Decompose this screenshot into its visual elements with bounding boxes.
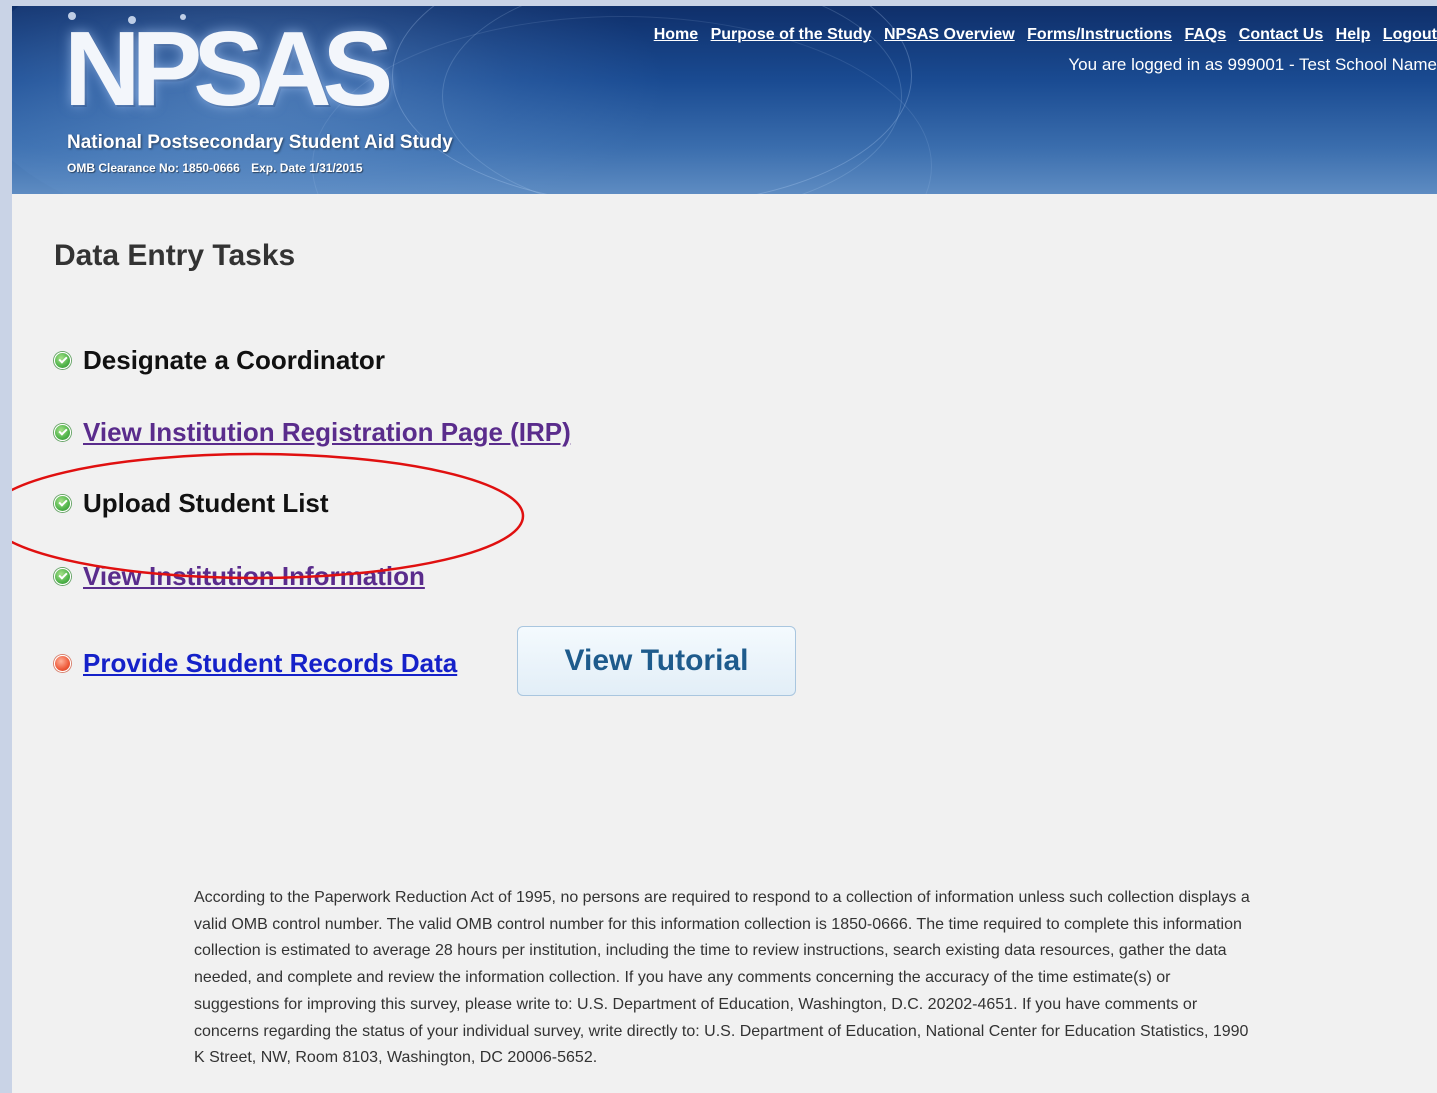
login-status: You are logged in as 999001 - Test Schoo… <box>1068 55 1437 74</box>
task-label: Designate a Coordinator <box>83 345 385 375</box>
nav-home[interactable]: Home <box>654 26 698 43</box>
view-institution-info-link[interactable]: View Institution Information <box>83 561 425 592</box>
npsas-logo: NPSAS <box>64 10 393 128</box>
provide-records-link[interactable]: Provide Student Records Data <box>83 648 457 679</box>
complete-check-icon <box>54 424 71 441</box>
paperwork-reduction-notice: According to the Paperwork Reduction Act… <box>194 889 1250 1067</box>
complete-check-icon <box>54 568 71 585</box>
pending-status-icon <box>54 655 71 672</box>
page: NPSAS National Postsecondary Student Aid… <box>12 6 1437 1093</box>
top-nav: Home Purpose of the Study NPSAS Overview… <box>646 26 1437 44</box>
task-provide-records: Provide Student Records Data <box>54 648 457 679</box>
omb-exp-date: Exp. Date 1/31/2015 <box>251 161 363 175</box>
complete-check-icon <box>54 495 71 512</box>
view-irp-link[interactable]: View Institution Registration Page (IRP) <box>83 417 571 448</box>
site-header: NPSAS National Postsecondary Student Aid… <box>12 6 1437 194</box>
task-designate-coordinator: Designate a Coordinator <box>54 345 385 376</box>
nav-logout[interactable]: Logout <box>1383 26 1437 43</box>
nav-forms[interactable]: Forms/Instructions <box>1027 26 1172 43</box>
view-tutorial-button[interactable]: View Tutorial <box>517 626 796 696</box>
task-label: Upload Student List <box>83 488 329 518</box>
nav-overview[interactable]: NPSAS Overview <box>884 26 1015 43</box>
page-title: Data Entry Tasks <box>54 239 296 272</box>
task-upload-student-list: Upload Student List <box>54 488 329 519</box>
task-view-institution-info: View Institution Information <box>54 561 425 592</box>
omb-clearance: OMB Clearance No: 1850-0666 Exp. Date 1/… <box>67 161 363 175</box>
study-name: National Postsecondary Student Aid Study <box>67 132 453 153</box>
nav-help[interactable]: Help <box>1336 26 1371 43</box>
nav-faqs[interactable]: FAQs <box>1185 26 1227 43</box>
complete-check-icon <box>54 352 71 369</box>
task-view-irp: View Institution Registration Page (IRP) <box>54 417 571 448</box>
omb-number: OMB Clearance No: 1850-0666 <box>67 161 240 175</box>
nav-purpose[interactable]: Purpose of the Study <box>711 26 872 43</box>
nav-contact[interactable]: Contact Us <box>1239 26 1323 43</box>
